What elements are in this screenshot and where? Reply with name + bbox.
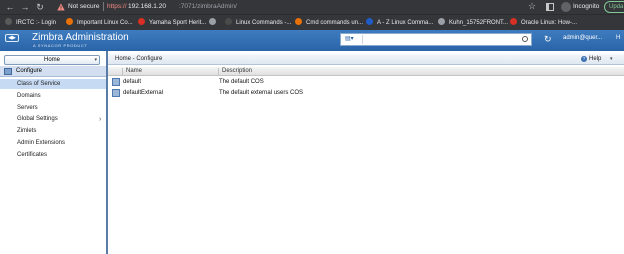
forward-icon[interactable]: → — [20, 2, 30, 12]
bookmark-favicon-icon — [438, 18, 445, 25]
cos-icon — [112, 78, 120, 86]
refresh-icon[interactable]: ↻ — [544, 34, 552, 45]
bookmark-label: Kuhn_15752FRONT... — [449, 20, 509, 26]
url-host[interactable]: 192.168.1.20 — [128, 3, 166, 10]
row-name: defaultExternal — [123, 90, 164, 96]
side-panel-icon[interactable] — [546, 3, 554, 11]
bookmark-item[interactable]: IRCTC :- Login — [5, 18, 56, 28]
bookmark-favicon-icon — [366, 18, 373, 25]
browser-toolbar: ← → ↻ Not secure https:// 192.168.1.20 :… — [0, 0, 624, 14]
bookmark-label: Cmd commands un... — [306, 20, 364, 26]
bookmark-favicon-icon — [138, 18, 145, 25]
table-row[interactable]: default The default COS — [108, 77, 624, 87]
search-icon[interactable] — [522, 36, 528, 42]
configure-icon — [4, 68, 12, 75]
bookmark-item[interactable]: A - Z Linux Comma... — [366, 18, 433, 28]
bookmark-item[interactable]: Oracle Linux: How-... — [510, 18, 577, 28]
bookmark-star-icon[interactable]: ☆ — [528, 1, 536, 12]
bookmark-favicon-icon — [510, 18, 517, 25]
search-box: ▤▾ — [340, 33, 532, 46]
update-button[interactable]: Upda — [604, 1, 624, 13]
nav-item-certificates[interactable]: Certificates — [0, 150, 106, 160]
nav-item-zimlets[interactable]: Zimlets — [0, 126, 106, 136]
main-panel: Home - Configure ? Help ▾ Name Descripti… — [108, 51, 624, 254]
bookmark-label: Important Linux Co... — [77, 20, 133, 26]
table-header: Name Description — [108, 67, 624, 76]
url-scheme[interactable]: https:// — [107, 3, 127, 10]
bookmark-label: Yamaha Sport Herit... — [149, 20, 207, 26]
section-label: Configure — [16, 68, 43, 74]
url-divider — [103, 2, 104, 11]
zimbra-header: ◀▶ Zimbra Administration A SYNACOR PRODU… — [0, 30, 624, 51]
url-path[interactable]: :7071/zimbraAdmin/ — [179, 3, 237, 10]
security-status[interactable]: Not secure — [68, 3, 99, 10]
app-title: Zimbra Administration — [32, 32, 129, 43]
bookmark-label: IRCTC :- Login — [16, 20, 57, 26]
bookmark-label: Linux Commands -... — [236, 20, 292, 26]
chevron-right-icon[interactable]: › — [99, 116, 101, 123]
row-name: default — [123, 79, 142, 85]
home-dropdown-label: Home — [43, 57, 60, 63]
toggle-panel-button[interactable]: ◀▶ — [5, 34, 19, 42]
warning-icon[interactable] — [57, 3, 65, 11]
row-description: The default external users COS — [219, 90, 304, 96]
left-navigation: Home ▾ Configure Class of Service Domain… — [0, 51, 108, 254]
bookmark-item[interactable]: Important Linux Co... — [66, 18, 133, 28]
search-type-dropdown[interactable]: ▤▾ — [343, 35, 363, 44]
row-description: The default COS — [219, 79, 264, 85]
back-icon[interactable]: ← — [5, 2, 15, 12]
search-input[interactable] — [365, 35, 515, 44]
incognito-label: Incognito — [573, 3, 600, 10]
column-header-description[interactable]: Description — [218, 68, 624, 76]
column-header-name[interactable]: Name — [122, 68, 218, 76]
nav-item-class-of-service[interactable]: Class of Service — [0, 79, 106, 89]
nav-item-domains[interactable]: Domains — [0, 91, 106, 101]
bookmark-item[interactable]: Kuhn_15752FRONT... — [438, 18, 508, 28]
help-button[interactable]: Help — [589, 56, 601, 62]
user-menu[interactable]: admin@quer... — [563, 35, 602, 41]
section-configure[interactable]: Configure — [0, 66, 106, 77]
bookmark-item[interactable]: Linux Commands -... — [225, 18, 291, 28]
bookmark-item[interactable] — [209, 18, 220, 28]
incognito-icon — [561, 2, 571, 12]
bookmark-item[interactable]: Cmd commands un... — [295, 18, 363, 28]
chevron-down-icon[interactable]: ▾ — [610, 56, 613, 62]
bookmark-label: A - Z Linux Comma... — [377, 20, 434, 26]
chevron-down-icon: ▾ — [94, 57, 97, 63]
app-subtitle: A SYNACOR PRODUCT — [33, 43, 88, 48]
reload-icon[interactable]: ↻ — [35, 2, 45, 12]
bookmark-label: Oracle Linux: How-... — [521, 20, 578, 26]
breadcrumb-bar: Home - Configure ? Help ▾ — [108, 54, 624, 65]
help-icon[interactable]: ? — [581, 56, 587, 62]
bookmark-favicon-icon — [66, 18, 73, 25]
bookmark-favicon-icon — [5, 18, 12, 25]
bookmark-item[interactable]: Yamaha Sport Herit... — [138, 18, 206, 28]
nav-item-admin-extensions[interactable]: Admin Extensions — [0, 138, 106, 148]
bookmark-favicon-icon — [295, 18, 302, 25]
nav-item-global-settings[interactable]: Global Settings — [0, 114, 106, 124]
nav-item-servers[interactable]: Servers — [0, 103, 106, 113]
bookmarks-bar: IRCTC :- Login Important Linux Co... Yam… — [0, 14, 624, 30]
cos-icon — [112, 89, 120, 97]
breadcrumb: Home - Configure — [115, 56, 163, 62]
table-row[interactable]: defaultExternal The default external use… — [108, 88, 624, 98]
help-menu[interactable]: H — [616, 35, 620, 41]
bookmark-favicon-icon — [225, 18, 232, 25]
home-dropdown[interactable]: Home ▾ — [4, 55, 100, 65]
bookmark-favicon-icon — [209, 18, 216, 25]
